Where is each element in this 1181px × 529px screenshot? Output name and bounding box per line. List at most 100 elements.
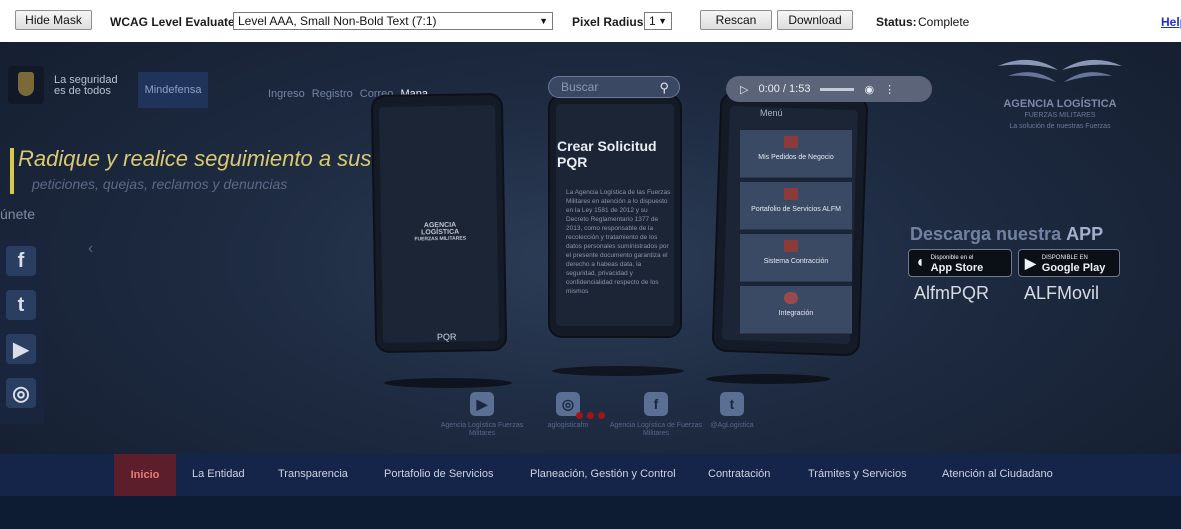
- nav-item-inicio[interactable]: Inicio: [114, 454, 176, 496]
- site-footer-strip: [0, 496, 1181, 529]
- nav-item-tramites[interactable]: Trámites y Servicios: [808, 468, 907, 480]
- menu-card[interactable]: Sistema Contracción: [740, 234, 852, 282]
- pixel-radius-select[interactable]: 1 ▼: [644, 12, 672, 30]
- hero-subtitle: peticiones, quejas, reclamos y denuncias: [32, 176, 288, 192]
- app-name-alfmovil: ALFMovil: [1024, 283, 1100, 303]
- download-button[interactable]: Download: [777, 10, 853, 30]
- social-footer-text: Agencia Logística Fuerzas Militares: [440, 422, 524, 437]
- carousel-dot[interactable]: [598, 412, 605, 419]
- app-store-badge[interactable]: ◖ Disponible en el App Store: [908, 249, 1012, 277]
- social-footer-instagram[interactable]: ◎ aglogisticafm: [518, 392, 618, 430]
- nav-item-la-entidad[interactable]: La Entidad: [192, 468, 245, 480]
- carousel-dot[interactable]: [576, 412, 583, 419]
- social-footer-text: aglogisticafm: [547, 422, 589, 429]
- pqr-description: La Agencia Logística de las Fuerzas Mili…: [566, 189, 671, 295]
- carousel-dot[interactable]: [587, 412, 594, 419]
- social-footer-twitter[interactable]: t @AgLogistica: [682, 392, 782, 430]
- download-app-bold: APP: [1066, 224, 1104, 244]
- alfm-tagline: La solución de nuestras Fuerzas: [1009, 123, 1111, 130]
- briefcase-icon: [784, 136, 798, 148]
- phone-shadow: [552, 366, 684, 376]
- google-play-badge[interactable]: ▶ DISPONIBLE EN Google Play: [1018, 249, 1120, 277]
- nav-item-contratacion[interactable]: Contratación: [708, 468, 770, 480]
- phone-shadow: [384, 378, 512, 388]
- menu-card[interactable]: Integración: [740, 286, 852, 334]
- pixel-radius-value: 1: [649, 14, 656, 28]
- menu-card-label: Mis Pedidos de Negocio: [758, 154, 834, 161]
- dropdown-arrow-icon: ▼: [539, 16, 548, 26]
- mindefensa-link[interactable]: Mindefensa: [138, 72, 208, 108]
- crear-solicitud-title: Crear Solicitud PQR: [557, 138, 657, 170]
- bus-icon: [784, 240, 798, 252]
- menu-card-label: Portafolio de Servicios ALFM: [751, 206, 841, 213]
- twitter-icon: t: [720, 392, 744, 416]
- play-store-icon: ▶: [1025, 254, 1036, 271]
- social-footer-text: @AgLogistica: [710, 422, 754, 429]
- youtube-icon[interactable]: ▶: [6, 334, 36, 364]
- gov-slogan-line-2: es de todos: [54, 85, 111, 97]
- wcag-level-label: WCAG Level Evaluated:: [110, 15, 247, 29]
- phone-alf-logo-sub: FUERZAS MILITARES: [414, 235, 467, 243]
- carousel-prev-icon[interactable]: ‹: [88, 240, 93, 258]
- shield-icon: [18, 72, 34, 96]
- video-player-controls: ▷ 0:00 / 1:53 ◉ ⋮: [726, 76, 932, 102]
- rescan-button[interactable]: Rescan: [700, 10, 772, 30]
- help-link[interactable]: Help: [1161, 15, 1181, 29]
- evaluator-toolbar: Hide Mask WCAG Level Evaluated: Level AA…: [0, 0, 1181, 42]
- play-icon[interactable]: ▷: [740, 83, 748, 96]
- alfm-name-sub: FUERZAS MILITARES: [1024, 112, 1096, 119]
- search-icon[interactable]: ⚲: [659, 80, 669, 96]
- menu-card-label: Sistema Contracción: [763, 258, 829, 265]
- gov-slogan: La seguridad es de todos: [54, 75, 134, 97]
- app-store-text: Disponible en el App Store: [930, 253, 984, 274]
- header-link-registro[interactable]: Registro: [312, 88, 353, 100]
- alfm-wings-emblem: [998, 59, 1122, 82]
- status-label: Status:: [876, 15, 917, 29]
- volume-icon[interactable]: ◉: [864, 83, 874, 96]
- menu-card[interactable]: Portafolio de Servicios ALFM: [740, 182, 852, 230]
- social-footer-youtube[interactable]: ▶ Agencia Logística Fuerzas Militares: [432, 392, 532, 438]
- nav-item-planeacion[interactable]: Planeación, Gestión y Control: [530, 468, 676, 480]
- download-app-text: Descarga nuestra: [910, 224, 1062, 244]
- instagram-icon[interactable]: ◎: [6, 378, 36, 408]
- phone-menu-title: Menú: [760, 108, 783, 118]
- player-progress-bar[interactable]: [820, 87, 855, 91]
- social-rail: f t ▶ ◎: [0, 240, 44, 424]
- google-play-text: DISPONIBLE EN Google Play: [1042, 253, 1106, 274]
- menu-card-label: Integración: [778, 310, 814, 317]
- apple-icon: ◖: [915, 254, 925, 271]
- download-app-heading: Descarga nuestra APP: [910, 224, 1103, 245]
- nav-item-atencion[interactable]: Atención al Ciudadano: [942, 468, 1053, 480]
- app-name-alfmpqr: AlfmPQR: [914, 283, 990, 303]
- search-input[interactable]: Buscar ⚲: [548, 76, 680, 98]
- dropdown-arrow-icon: ▼: [658, 16, 667, 26]
- facebook-icon[interactable]: f: [6, 246, 36, 276]
- nav-item-transparencia[interactable]: Transparencia: [278, 468, 348, 480]
- alfm-name-title: AGENCIA LOGÍSTICA: [1003, 98, 1117, 110]
- hero-title: Radique y realice seguimiento a sus: [9, 146, 372, 194]
- globe-icon: [784, 292, 798, 304]
- facebook-icon: f: [644, 392, 668, 416]
- chart-icon: [784, 188, 798, 200]
- colombia-seal-logo[interactable]: [8, 66, 44, 104]
- wcag-level-select[interactable]: Level AAA, Small Non-Bold Text (7:1) ▼: [233, 12, 553, 30]
- more-options-icon[interactable]: ⋮: [884, 83, 895, 96]
- unete-label: únete: [0, 206, 36, 222]
- website-viewport: La seguridad es de todos Mindefensa Ingr…: [0, 42, 1181, 529]
- phone-shadow: [706, 374, 830, 384]
- hide-mask-button[interactable]: Hide Mask: [15, 10, 92, 30]
- phone-pqr-label: PQR: [436, 331, 457, 343]
- app-store-label: App Store: [930, 262, 984, 274]
- header-link-ingreso[interactable]: Ingreso: [268, 88, 305, 100]
- phone-alf-logo: AGENCIA LOGÍSTICA FUERZAS MILITARES: [405, 221, 475, 243]
- menu-card[interactable]: Mis Pedidos de Negocio: [740, 130, 852, 178]
- nav-item-portafolio[interactable]: Portafolio de Servicios: [384, 468, 493, 480]
- search-placeholder: Buscar: [561, 80, 599, 94]
- carousel-dots: [576, 412, 605, 419]
- phone-mockup-pqr: AGENCIA LOGÍSTICA FUERZAS MILITARES PQR: [370, 92, 508, 354]
- pixel-radius-label: Pixel Radius:: [572, 15, 648, 29]
- youtube-icon: ▶: [470, 392, 494, 416]
- twitter-icon[interactable]: t: [6, 290, 36, 320]
- main-navbar: Inicio La Entidad Transparencia Portafol…: [0, 454, 1181, 496]
- wcag-level-value: Level AAA, Small Non-Bold Text (7:1): [238, 14, 437, 28]
